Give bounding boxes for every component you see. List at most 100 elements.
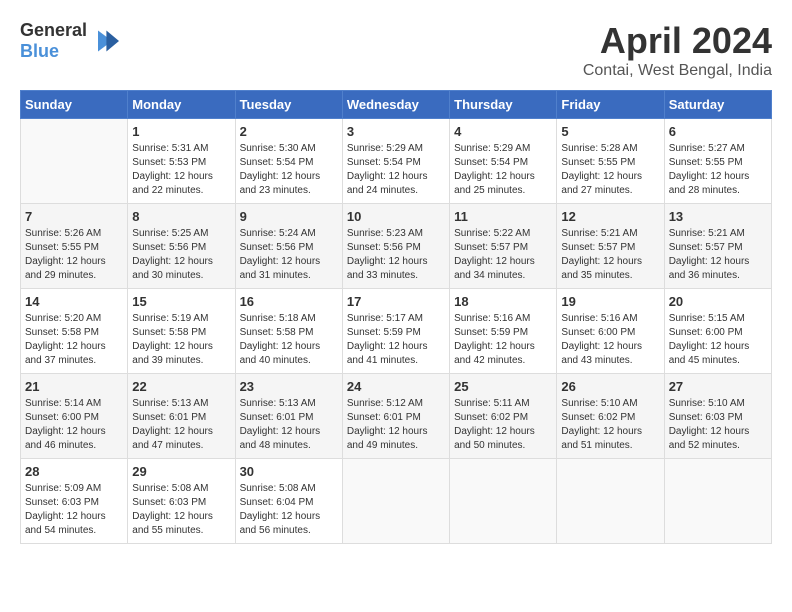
day-info: Sunrise: 5:10 AMSunset: 6:03 PMDaylight:… [669, 397, 767, 453]
calendar-cell: 2 Sunrise: 5:30 AMSunset: 5:54 PMDaylight… [235, 119, 342, 204]
day-info: Sunrise: 5:28 AMSunset: 5:55 PMDaylight:… [561, 142, 659, 198]
day-number: 4 [454, 124, 552, 139]
day-number: 22 [132, 379, 230, 394]
day-info: Sunrise: 5:26 AMSunset: 5:55 PMDaylight:… [25, 227, 123, 283]
day-info: Sunrise: 5:25 AMSunset: 5:56 PMDaylight:… [132, 227, 230, 283]
day-info: Sunrise: 5:20 AMSunset: 5:58 PMDaylight:… [25, 312, 123, 368]
logo-general: General [20, 20, 87, 40]
weekday-header-thursday: Thursday [450, 91, 557, 119]
day-number: 16 [240, 294, 338, 309]
day-info: Sunrise: 5:11 AMSunset: 6:02 PMDaylight:… [454, 397, 552, 453]
day-info: Sunrise: 5:27 AMSunset: 5:55 PMDaylight:… [669, 142, 767, 198]
logo-text: General Blue [20, 20, 87, 62]
calendar-cell: 13 Sunrise: 5:21 AMSunset: 5:57 PMDayligh… [664, 204, 771, 289]
calendar-cell [21, 119, 128, 204]
weekday-header-monday: Monday [128, 91, 235, 119]
calendar-cell: 11 Sunrise: 5:22 AMSunset: 5:57 PMDayligh… [450, 204, 557, 289]
day-number: 2 [240, 124, 338, 139]
day-number: 6 [669, 124, 767, 139]
calendar-cell: 28Sunrise: 5:09 AMSunset: 6:03 PMDayligh… [21, 459, 128, 544]
day-info: Sunrise: 5:19 AMSunset: 5:58 PMDaylight:… [132, 312, 230, 368]
day-number: 1 [132, 124, 230, 139]
location-title: Contai, West Bengal, India [583, 62, 772, 80]
day-info: Sunrise: 5:22 AMSunset: 5:57 PMDaylight:… [454, 227, 552, 283]
calendar-cell: 16 Sunrise: 5:18 AMSunset: 5:58 PMDayligh… [235, 289, 342, 374]
day-info: Sunrise: 5:29 AMSunset: 5:54 PMDaylight:… [454, 142, 552, 198]
calendar-cell: 24Sunrise: 5:12 AMSunset: 6:01 PMDayligh… [342, 374, 449, 459]
day-info: Sunrise: 5:13 AMSunset: 6:01 PMDaylight:… [132, 397, 230, 453]
day-number: 28 [25, 464, 123, 479]
day-number: 27 [669, 379, 767, 394]
day-number: 29 [132, 464, 230, 479]
day-info: Sunrise: 5:30 AMSunset: 5:54 PMDaylight:… [240, 142, 338, 198]
calendar-cell: 29 Sunrise: 5:08 AMSunset: 6:03 PMDayligh… [128, 459, 235, 544]
page-header: General Blue April 2024 Contai, West Ben… [20, 20, 772, 80]
day-number: 10 [347, 209, 445, 224]
day-number: 19 [561, 294, 659, 309]
calendar-cell: 20Sunrise: 5:15 AMSunset: 6:00 PMDayligh… [664, 289, 771, 374]
day-info: Sunrise: 5:21 AMSunset: 5:57 PMDaylight:… [669, 227, 767, 283]
day-number: 9 [240, 209, 338, 224]
calendar-cell: 19Sunrise: 5:16 AMSunset: 6:00 PMDayligh… [557, 289, 664, 374]
weekday-header-friday: Friday [557, 91, 664, 119]
calendar-week-3: 14 Sunrise: 5:20 AMSunset: 5:58 PMDayligh… [21, 289, 772, 374]
calendar-cell: 21 Sunrise: 5:14 AMSunset: 6:00 PMDayligh… [21, 374, 128, 459]
weekday-header-row: SundayMondayTuesdayWednesdayThursdayFrid… [21, 91, 772, 119]
day-number: 26 [561, 379, 659, 394]
day-number: 5 [561, 124, 659, 139]
calendar-week-4: 21 Sunrise: 5:14 AMSunset: 6:00 PMDayligh… [21, 374, 772, 459]
weekday-header-tuesday: Tuesday [235, 91, 342, 119]
day-number: 13 [669, 209, 767, 224]
month-title: April 2024 [583, 20, 772, 62]
calendar-cell: 8Sunrise: 5:25 AMSunset: 5:56 PMDaylight… [128, 204, 235, 289]
day-info: Sunrise: 5:08 AMSunset: 6:04 PMDaylight:… [240, 482, 338, 538]
calendar-cell: 4 Sunrise: 5:29 AMSunset: 5:54 PMDaylight… [450, 119, 557, 204]
day-number: 14 [25, 294, 123, 309]
day-number: 17 [347, 294, 445, 309]
calendar-cell: 3 Sunrise: 5:29 AMSunset: 5:54 PMDaylight… [342, 119, 449, 204]
day-info: Sunrise: 5:29 AMSunset: 5:54 PMDaylight:… [347, 142, 445, 198]
day-info: Sunrise: 5:16 AMSunset: 5:59 PMDaylight:… [454, 312, 552, 368]
calendar-cell: 30Sunrise: 5:08 AMSunset: 6:04 PMDayligh… [235, 459, 342, 544]
calendar-cell: 23 Sunrise: 5:13 AMSunset: 6:01 PMDayligh… [235, 374, 342, 459]
weekday-header-sunday: Sunday [21, 91, 128, 119]
calendar-cell: 18 Sunrise: 5:16 AMSunset: 5:59 PMDayligh… [450, 289, 557, 374]
day-number: 21 [25, 379, 123, 394]
calendar-cell: 14 Sunrise: 5:20 AMSunset: 5:58 PMDayligh… [21, 289, 128, 374]
day-number: 25 [454, 379, 552, 394]
day-info: Sunrise: 5:14 AMSunset: 6:00 PMDaylight:… [25, 397, 123, 453]
calendar-cell: 9 Sunrise: 5:24 AMSunset: 5:56 PMDaylight… [235, 204, 342, 289]
logo-blue: Blue [20, 41, 59, 61]
day-number: 18 [454, 294, 552, 309]
day-info: Sunrise: 5:24 AMSunset: 5:56 PMDaylight:… [240, 227, 338, 283]
weekday-header-wednesday: Wednesday [342, 91, 449, 119]
calendar-cell [664, 459, 771, 544]
day-info: Sunrise: 5:08 AMSunset: 6:03 PMDaylight:… [132, 482, 230, 538]
day-info: Sunrise: 5:31 AMSunset: 5:53 PMDaylight:… [132, 142, 230, 198]
day-info: Sunrise: 5:13 AMSunset: 6:01 PMDaylight:… [240, 397, 338, 453]
calendar-cell: 17 Sunrise: 5:17 AMSunset: 5:59 PMDayligh… [342, 289, 449, 374]
day-number: 24 [347, 379, 445, 394]
calendar-cell [557, 459, 664, 544]
day-number: 11 [454, 209, 552, 224]
day-number: 23 [240, 379, 338, 394]
day-number: 3 [347, 124, 445, 139]
day-number: 15 [132, 294, 230, 309]
title-area: April 2024 Contai, West Bengal, India [583, 20, 772, 80]
calendar-cell: 27 Sunrise: 5:10 AMSunset: 6:03 PMDayligh… [664, 374, 771, 459]
day-number: 7 [25, 209, 123, 224]
calendar-week-1: 1 Sunrise: 5:31 AMSunset: 5:53 PMDaylight… [21, 119, 772, 204]
calendar-cell: 26Sunrise: 5:10 AMSunset: 6:02 PMDayligh… [557, 374, 664, 459]
calendar-cell: 15 Sunrise: 5:19 AMSunset: 5:58 PMDayligh… [128, 289, 235, 374]
calendar-cell: 1 Sunrise: 5:31 AMSunset: 5:53 PMDaylight… [128, 119, 235, 204]
day-number: 12 [561, 209, 659, 224]
calendar-cell: 10Sunrise: 5:23 AMSunset: 5:56 PMDayligh… [342, 204, 449, 289]
day-info: Sunrise: 5:17 AMSunset: 5:59 PMDaylight:… [347, 312, 445, 368]
calendar-table: SundayMondayTuesdayWednesdayThursdayFrid… [20, 90, 772, 544]
calendar-week-2: 7 Sunrise: 5:26 AMSunset: 5:55 PMDaylight… [21, 204, 772, 289]
calendar-cell: 12Sunrise: 5:21 AMSunset: 5:57 PMDayligh… [557, 204, 664, 289]
day-info: Sunrise: 5:18 AMSunset: 5:58 PMDaylight:… [240, 312, 338, 368]
calendar-cell: 6 Sunrise: 5:27 AMSunset: 5:55 PMDaylight… [664, 119, 771, 204]
weekday-header-saturday: Saturday [664, 91, 771, 119]
calendar-cell [450, 459, 557, 544]
